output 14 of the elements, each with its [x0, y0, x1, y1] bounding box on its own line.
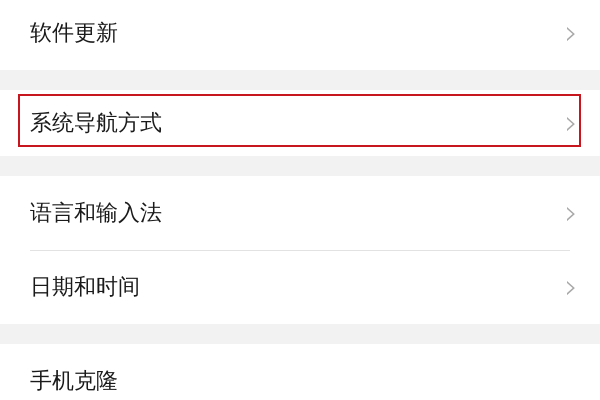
settings-label: 系统导航方式: [30, 110, 162, 138]
chevron-icon: ›: [564, 196, 578, 230]
settings-item[interactable]: 系统导航方式 ›: [0, 90, 600, 156]
settings-item[interactable]: 语言和输入法 ›: [0, 176, 600, 250]
settings-item[interactable]: 软件更新 ›: [0, 0, 600, 70]
settings-label: 手机克隆: [30, 368, 118, 396]
chevron-icon: ›: [564, 106, 578, 140]
settings-label: 日期和时间: [30, 274, 140, 302]
chevron-icon: ›: [564, 16, 578, 50]
settings-item[interactable]: 日期和时间 ›: [0, 250, 600, 324]
settings-item[interactable]: 手机克隆: [0, 344, 600, 400]
settings-label: 软件更新: [30, 20, 118, 48]
chevron-icon: ›: [564, 270, 578, 304]
settings-label: 语言和输入法: [30, 200, 162, 228]
